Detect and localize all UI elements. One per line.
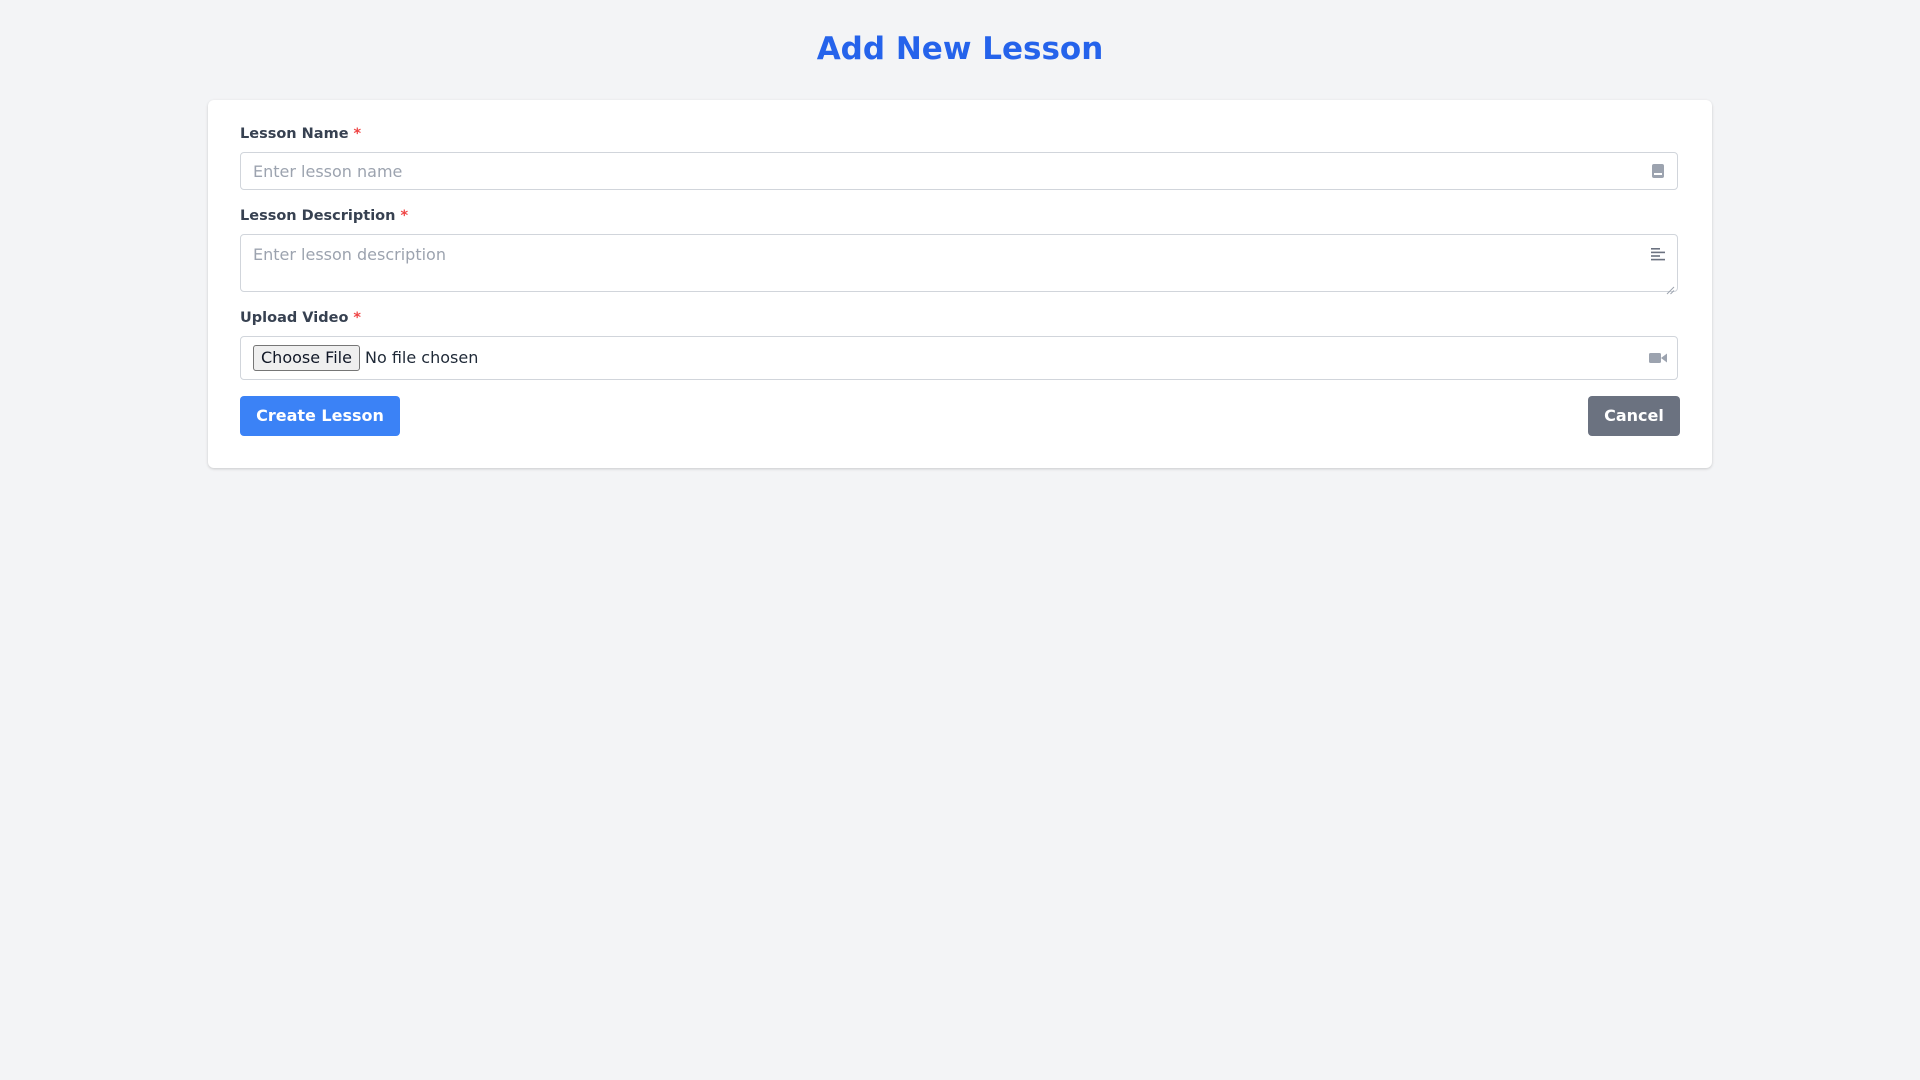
video-camera-icon xyxy=(1649,349,1667,367)
lesson-name-field xyxy=(240,152,1678,190)
resize-handle[interactable] xyxy=(1666,280,1675,295)
required-asterisk: * xyxy=(353,126,362,142)
lesson-description-label: Lesson Description * xyxy=(240,207,408,225)
required-asterisk: * xyxy=(400,208,409,224)
lesson-name-label-text: Lesson Name xyxy=(240,126,349,142)
upload-video-field: Choose File No file chosen xyxy=(240,336,1678,380)
create-lesson-button[interactable]: Create Lesson xyxy=(240,396,400,436)
page-title: Add New Lesson xyxy=(816,31,1104,67)
lesson-name-label: Lesson Name * xyxy=(240,125,361,143)
lesson-description-field xyxy=(240,234,1678,295)
book-icon xyxy=(1649,162,1667,180)
lesson-description-label-text: Lesson Description xyxy=(240,208,396,224)
upload-video-label: Upload Video * xyxy=(240,309,361,327)
page: Add New Lesson Lesson Name* Lesson Descr… xyxy=(0,0,1920,1080)
align-left-icon xyxy=(1649,245,1667,263)
required-asterisk: * xyxy=(353,310,362,326)
cancel-button[interactable]: Cancel xyxy=(1588,396,1680,436)
lesson-description-textarea[interactable] xyxy=(241,235,1677,291)
upload-video-label-text: Upload Video xyxy=(240,310,349,326)
lesson-form-card: Lesson Name* Lesson Description* xyxy=(208,100,1712,468)
lesson-name-input[interactable] xyxy=(241,153,1677,189)
choose-file-button[interactable]: Choose File xyxy=(253,345,360,371)
file-status-text: No file chosen xyxy=(365,348,479,367)
